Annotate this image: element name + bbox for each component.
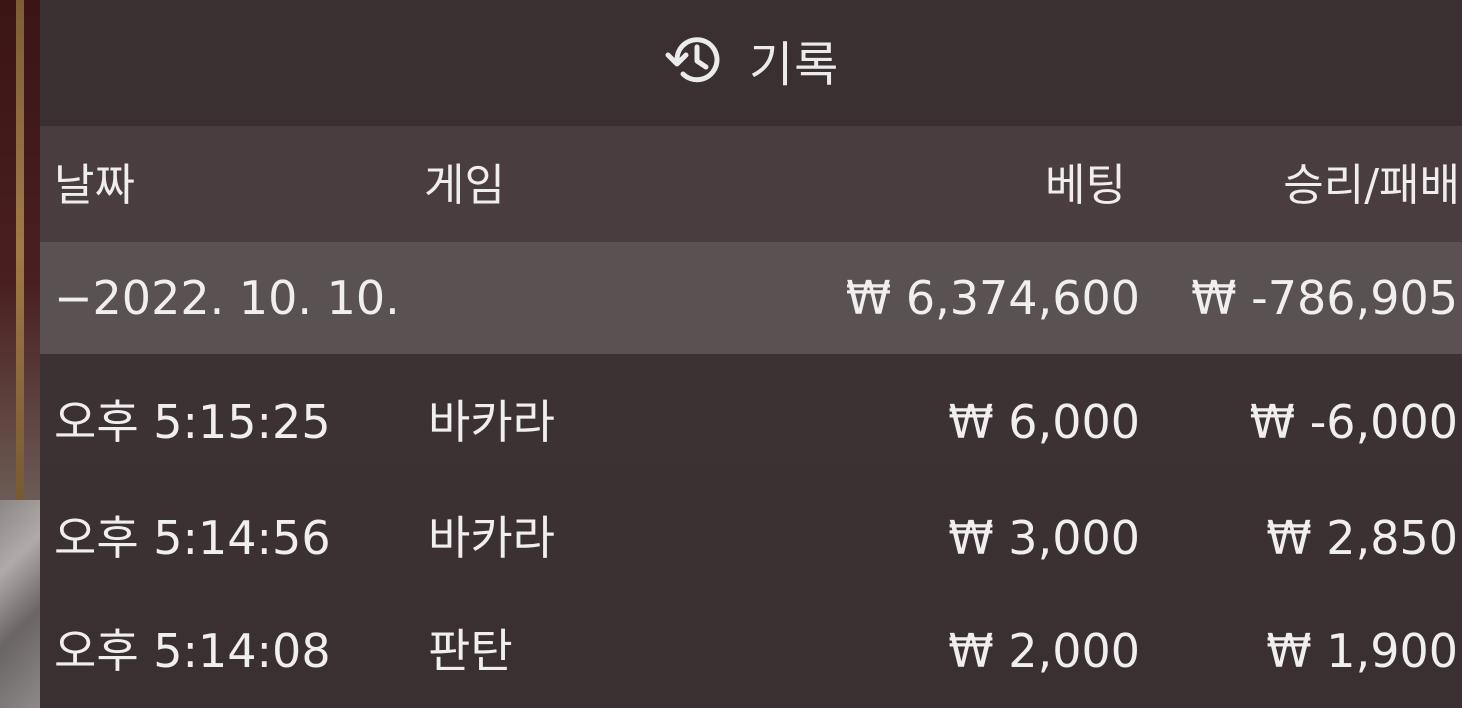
date-group-row[interactable]: −2022. 10. 10. ₩ 6,374,600 ₩ -786,905 bbox=[40, 242, 1462, 354]
row-bet: ₩ 3,000 bbox=[948, 511, 1140, 565]
date-group-win-loss-total: ₩ -786,905 bbox=[1191, 271, 1458, 325]
table-row[interactable]: 오후 5:15:25 바카라 ₩ 6,000 ₩ -6,000 bbox=[40, 354, 1462, 468]
background-table bbox=[0, 0, 40, 708]
row-win-loss: ₩ 2,850 bbox=[1266, 511, 1458, 565]
page-title: 기록 bbox=[749, 37, 840, 93]
history-icon bbox=[665, 29, 727, 91]
history-header: 기록 bbox=[40, 0, 1462, 126]
background-gold-trim bbox=[16, 0, 24, 500]
row-bet: ₩ 6,000 bbox=[948, 395, 1140, 449]
row-time: 오후 5:14:56 bbox=[54, 511, 331, 565]
row-game: 바카라 bbox=[428, 395, 555, 449]
row-time: 오후 5:14:08 bbox=[54, 624, 331, 678]
column-header-win-loss: 승리/패배 bbox=[1283, 160, 1460, 211]
row-game: 판탄 bbox=[428, 624, 513, 678]
date-group-bet-total: ₩ 6,374,600 bbox=[845, 271, 1140, 325]
table-row[interactable]: 오후 5:14:56 바카라 ₩ 3,000 ₩ 2,850 bbox=[40, 468, 1462, 582]
history-list: 오후 5:15:25 바카라 ₩ 6,000 ₩ -6,000 오후 5:14:… bbox=[40, 354, 1462, 708]
column-header-date: 날짜 bbox=[54, 160, 135, 211]
column-header-game: 게임 bbox=[424, 160, 505, 211]
row-win-loss: ₩ 1,900 bbox=[1266, 624, 1458, 678]
history-title-group: 기록 bbox=[665, 28, 840, 93]
history-panel: 기록 날짜 게임 베팅 승리/패배 −2022. 10. 10. ₩ 6,374… bbox=[40, 0, 1462, 708]
row-game: 바카라 bbox=[428, 511, 555, 565]
row-win-loss: ₩ -6,000 bbox=[1249, 395, 1458, 449]
date-group-label: −2022. 10. 10. bbox=[54, 271, 400, 325]
column-header-bet: 베팅 bbox=[1045, 160, 1126, 211]
table-row[interactable]: 오후 5:14:08 판탄 ₩ 2,000 ₩ 1,900 bbox=[40, 582, 1462, 696]
table-header: 날짜 게임 베팅 승리/패배 bbox=[40, 126, 1462, 242]
row-bet: ₩ 2,000 bbox=[948, 624, 1140, 678]
background-glass bbox=[0, 500, 40, 708]
screen: 기록 날짜 게임 베팅 승리/패배 −2022. 10. 10. ₩ 6,374… bbox=[0, 0, 1462, 708]
row-time: 오후 5:15:25 bbox=[54, 395, 331, 449]
